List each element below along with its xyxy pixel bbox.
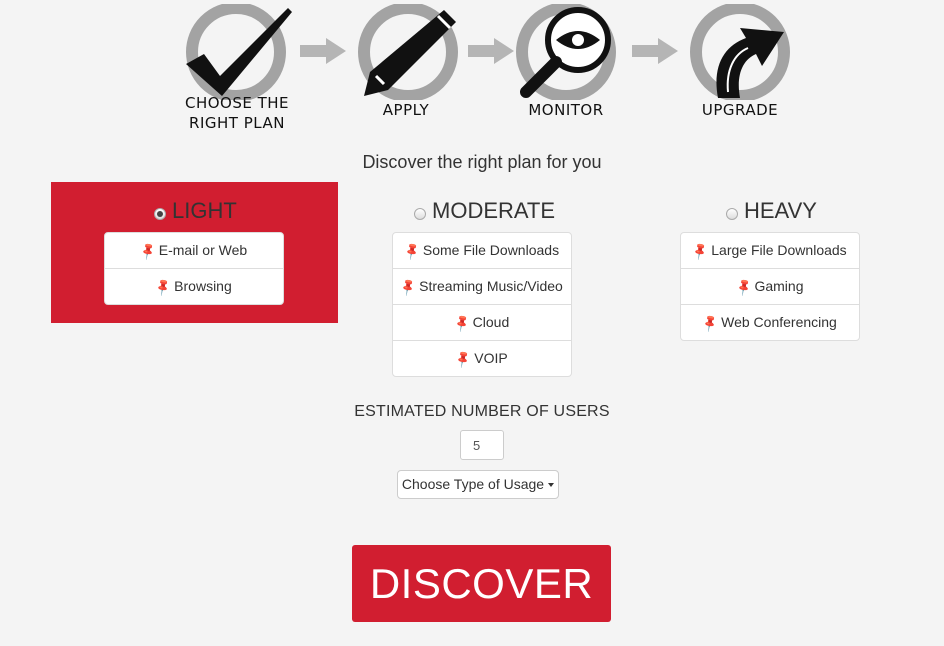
users-label: ESTIMATED NUMBER OF USERS <box>354 403 610 420</box>
users-count-input[interactable] <box>460 430 504 460</box>
step-label-apply: APPLY <box>382 101 430 119</box>
caret-down-icon <box>548 483 555 488</box>
step-arrow-icon <box>468 38 514 64</box>
plan-heavy-label: HEAVY <box>744 198 817 223</box>
pencil-icon <box>358 4 458 100</box>
step-label-choose: CHOOSE THE RIGHT PLAN <box>184 94 290 132</box>
list-item[interactable]: 📌E-mail or Web <box>105 233 283 268</box>
plan-moderate-list: 📌Some File Downloads 📌Streaming Music/Vi… <box>392 232 572 377</box>
list-item[interactable]: 📌Some File Downloads <box>393 233 571 268</box>
list-item[interactable]: 📌Cloud <box>393 304 571 340</box>
step-label-monitor: MONITOR <box>528 101 604 119</box>
usage-type-dropdown[interactable]: Choose Type of Usage <box>397 470 559 499</box>
list-item[interactable]: 📌Streaming Music/Video <box>393 268 571 304</box>
plan-moderate-radio[interactable] <box>414 208 426 220</box>
list-item[interactable]: 📌Large File Downloads <box>681 233 859 268</box>
magnifier-eye-icon <box>516 4 616 100</box>
plan-heavy-title[interactable]: HEAVY <box>726 198 817 224</box>
list-item[interactable]: 📌Web Conferencing <box>681 304 859 340</box>
plan-light-title[interactable]: LIGHT <box>154 198 237 224</box>
plan-heavy-list: 📌Large File Downloads 📌Gaming 📌Web Confe… <box>680 232 860 341</box>
plan-heavy-radio[interactable] <box>726 208 738 220</box>
checkmark-icon <box>186 4 292 100</box>
plan-light-radio[interactable] <box>154 208 166 220</box>
usage-type-label: Choose Type of Usage <box>401 476 545 492</box>
plan-light-label: LIGHT <box>172 198 237 223</box>
page-subtitle: Discover the right plan for you <box>362 152 602 172</box>
step-arrow-icon <box>300 38 346 64</box>
step-label-upgrade: UPGRADE <box>701 101 779 119</box>
list-item[interactable]: 📌Gaming <box>681 268 859 304</box>
plan-moderate-label: MODERATE <box>432 198 556 223</box>
upgrade-arrow-icon <box>690 4 790 100</box>
list-item[interactable]: 📌Browsing <box>105 268 283 304</box>
list-item[interactable]: 📌VOIP <box>393 340 571 376</box>
plan-light-list: 📌E-mail or Web 📌Browsing <box>104 232 284 305</box>
discover-button[interactable]: DISCOVER <box>352 545 611 622</box>
step-arrow-icon <box>632 38 678 64</box>
plan-moderate-title[interactable]: MODERATE <box>414 198 555 224</box>
